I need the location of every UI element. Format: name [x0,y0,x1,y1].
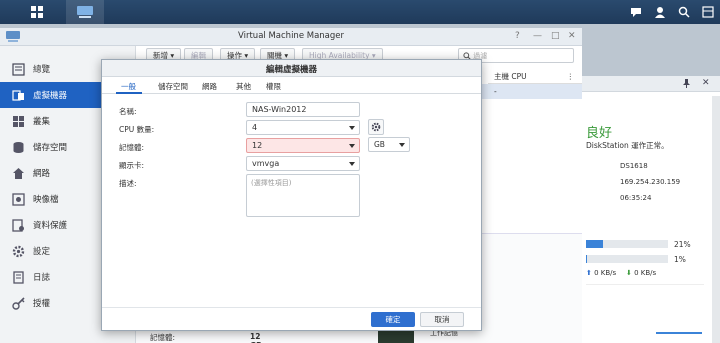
system-health-widget: ✕ 良好 DiskStation 運作正常。 DS1618 169.254.23… [582,76,720,343]
ok-button[interactable]: 確定 [371,312,415,327]
description-field[interactable]: (選擇性項目) [246,174,360,217]
chevron-down-icon [349,126,355,130]
dialog-title: 編輯虛擬機器 [102,60,481,77]
log-icon [12,270,25,284]
video-card-label: 顯示卡: [119,161,145,170]
license-icon [12,296,25,310]
network-chart [586,284,704,334]
widget-scrollbar[interactable] [712,96,720,343]
video-card-select[interactable]: vmvga [246,156,360,171]
close-icon[interactable]: ✕ [568,31,576,41]
name-field[interactable]: NAS-Win2012 [246,102,360,117]
cpu-select[interactable]: 4 [246,120,360,135]
memory-select-value: 12 [252,141,263,150]
download-arrow-icon: ⬇ [626,269,632,277]
notification-icon[interactable] [624,0,648,24]
ip-value: 169.254.230.159 [620,178,681,186]
sidebar-item-label: 資料保護 [33,221,68,231]
widget-header: ✕ [582,76,720,92]
maximize-icon[interactable]: □ [551,31,560,41]
storage-icon [12,141,25,154]
cpu-usage-fill [586,240,604,248]
memory-unit-value: GB [374,140,385,149]
sidebar-item-label: 授權 [33,299,51,309]
memory-info-value: 12 GB [250,332,262,343]
cpu-settings-button[interactable] [368,119,384,135]
main-menu-icon[interactable] [18,0,56,24]
memory-select[interactable]: 12 [246,138,360,153]
name-field-value: NAS-Win2012 [252,105,307,114]
window-titlebar: Virtual Machine Manager ? — □ ✕ [0,28,582,46]
description-placeholder: (選擇性項目) [251,179,292,187]
cpu-percent: 21% [674,240,691,249]
tab-network[interactable]: 網路 [202,81,217,92]
sidebar-item-label: 網路 [33,169,51,179]
minimize-icon[interactable]: — [533,31,542,41]
download-rate: ⬇ 0 KB/s [626,269,656,277]
network-icon [12,167,25,180]
upload-rate: ⬆ 0 KB/s [586,269,616,277]
help-icon[interactable]: ? [515,31,520,41]
download-rate-value: 0 KB/s [634,269,657,277]
widget-close-icon[interactable]: ✕ [702,78,710,88]
table-row[interactable]: - [480,84,582,99]
cpu-select-value: 4 [252,123,258,132]
column-menu-icon[interactable]: ⋮ [567,72,575,81]
tab-other[interactable]: 其他 [236,81,251,92]
dialog-tabs: 一般 儲存空間 網路 其他 權限 [102,77,481,94]
cancel-button[interactable]: 取消 [420,312,464,327]
memory-label: 記憶體: [119,143,145,152]
video-card-select-value: vmvga [252,159,280,168]
memory-info-label: 記憶體: [150,333,176,342]
gear-icon [371,122,381,132]
protection-icon [12,218,25,232]
network-chart-line [656,332,702,334]
sidebar-item-label: 設定 [33,247,51,257]
vmm-app-icon[interactable] [66,0,104,24]
cpu-usage-bar [586,240,668,248]
settings-icon [12,245,25,258]
widgets-icon[interactable] [696,0,720,24]
vm-icon [12,89,25,102]
memory-info: 記憶體: 12 GB [150,332,262,343]
window-title: Virtual Machine Manager [237,31,345,41]
active-tab-indicator [116,92,142,94]
ram-percent: 1% [674,255,686,264]
column-header-cpu[interactable]: 主機 CPU ⋮ [488,70,582,84]
memory-unit-select[interactable]: GB [368,137,410,152]
ram-usage-fill [586,255,587,263]
sidebar-item-label: 總覽 [33,65,51,75]
sidebar-item-label: 映像檔 [33,195,59,205]
health-status-sub: DiskStation 運作正常。 [586,141,669,150]
name-label: 名稱: [119,107,137,116]
cpu-cell: - [494,87,497,96]
model-value: DS1618 [620,162,648,170]
ram-usage-bar [586,255,668,263]
column-header-label: 主機 CPU [494,72,527,81]
image-icon [12,192,25,206]
sidebar-item-label: 叢集 [33,117,51,127]
taskbar [0,0,720,24]
sidebar-item-label: 虛擬機器 [33,91,68,101]
user-icon[interactable] [648,0,672,24]
overview-icon [12,62,25,76]
tab-storage[interactable]: 儲存空間 [158,81,188,92]
upload-rate-value: 0 KB/s [594,269,617,277]
chevron-down-icon [349,144,355,148]
cluster-icon [12,115,25,128]
sidebar-item-label: 儲存空間 [33,143,68,153]
search-icon[interactable] [672,0,696,24]
description-label: 描述: [119,179,137,188]
cpu-label: CPU 數量: [119,125,155,134]
tab-general[interactable]: 一般 [121,81,136,92]
upload-arrow-icon: ⬆ [586,269,592,277]
chevron-down-icon [349,162,355,166]
tab-permissions[interactable]: 權限 [266,81,281,92]
chevron-down-icon [399,143,405,147]
pin-icon[interactable] [682,79,691,90]
sidebar-item-label: 日誌 [33,273,51,283]
uptime-value: 06:35:24 [620,194,652,202]
edit-vm-dialog: 編輯虛擬機器 一般 儲存空間 網路 其他 權限 名稱: NAS-Win2012 … [101,59,482,331]
health-status: 良好 [586,126,613,141]
